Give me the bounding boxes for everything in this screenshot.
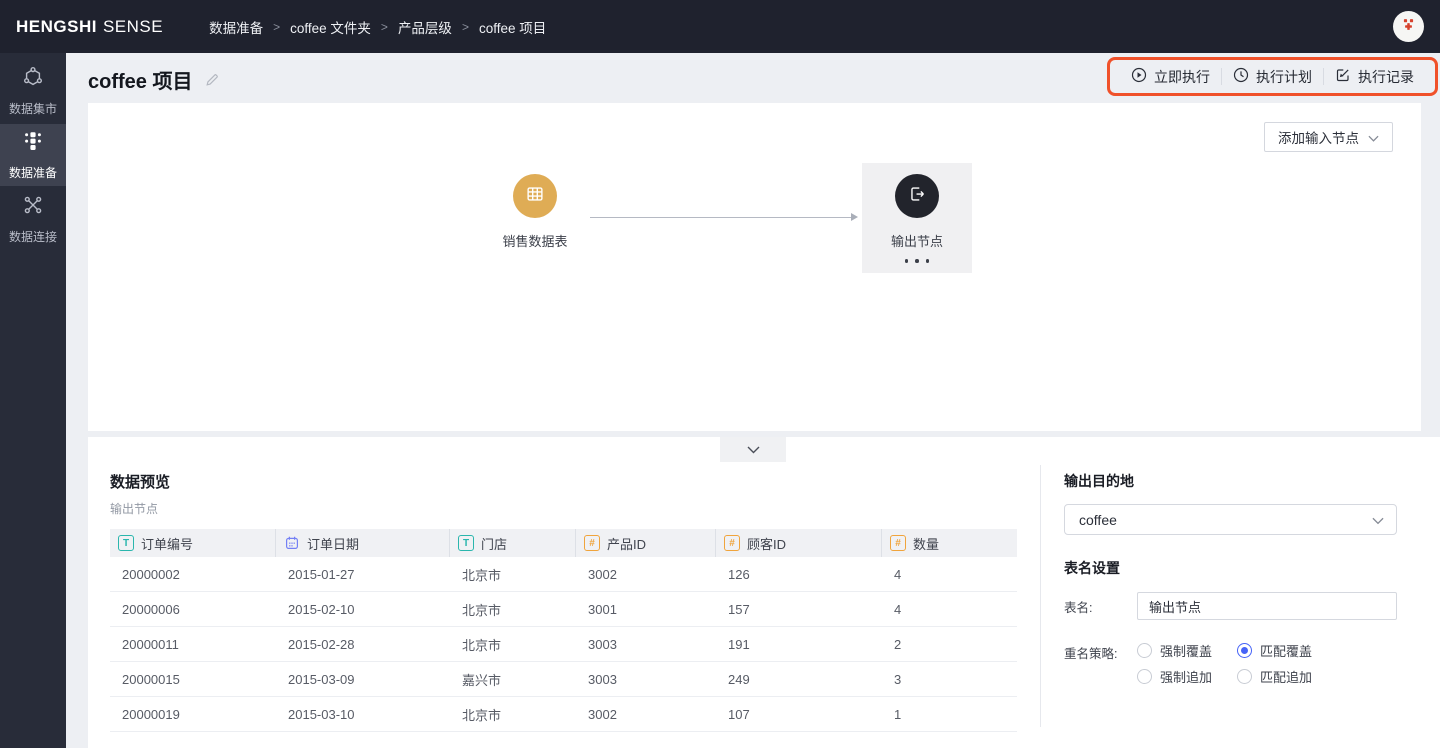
execution-plan-label: 执行计划	[1256, 67, 1312, 87]
strategy-options: 强制覆盖 匹配覆盖 强制追加 匹配追加	[1137, 641, 1312, 686]
breadcrumb: 数据准备 > coffee 文件夹 > 产品层级 > coffee 项目	[209, 17, 546, 37]
brand-bold: HENGSHI	[16, 17, 97, 37]
data-preview-title: 数据预览	[110, 471, 170, 492]
page-title: coffee 项目	[88, 65, 192, 94]
preview-node-name: 输出节点	[110, 500, 158, 517]
table-row: 20000002 2015-01-27 北京市 3002 126 4	[110, 557, 1017, 592]
radio-circle-icon	[1237, 643, 1252, 658]
preview-table: T 订单编号 订单日期 T 门店	[110, 529, 1017, 732]
table-grid-icon	[524, 183, 546, 210]
table-row: 20000019 2015-03-10 北京市 3002 107 1	[110, 697, 1017, 732]
execution-actions-highlight: 立即执行 执行计划	[1107, 57, 1438, 96]
panel-divider	[1040, 465, 1041, 727]
avatar-logo-icon	[1399, 15, 1418, 39]
clock-icon	[1233, 67, 1249, 86]
export-icon	[906, 183, 928, 210]
table-row: 20000011 2015-02-28 北京市 3003 191 2	[110, 627, 1017, 662]
text-type-icon: T	[118, 535, 134, 551]
flow-canvas[interactable]: 添加输入节点 销售数据表	[88, 103, 1421, 431]
radio-circle-icon	[1137, 669, 1152, 684]
run-now-button[interactable]: 立即执行	[1120, 67, 1221, 87]
breadcrumb-item-product-level[interactable]: 产品层级	[398, 17, 452, 37]
left-sidebar: 数据集市 数据准备 数据连接	[0, 53, 66, 748]
chevron-down-icon	[1368, 130, 1379, 145]
column-header-store: T 门店	[450, 529, 576, 557]
breadcrumb-item-data-prep[interactable]: 数据准备	[209, 17, 263, 37]
number-type-icon: #	[584, 535, 600, 551]
column-header-order-id: T 订单编号	[110, 529, 276, 557]
chevron-down-icon	[747, 441, 760, 459]
breadcrumb-separator: >	[381, 20, 388, 34]
data-mart-icon	[21, 65, 45, 94]
destination-select[interactable]: coffee	[1064, 504, 1397, 535]
table-node-circle[interactable]	[513, 174, 557, 218]
data-prep-icon	[21, 129, 45, 158]
column-header-order-date: 订单日期	[276, 529, 450, 557]
app-logo: HENGSHI SENSE	[16, 17, 163, 37]
node-output-selected[interactable]: 输出节点	[862, 163, 972, 273]
output-node-circle[interactable]	[895, 174, 939, 218]
radio-circle-icon	[1137, 643, 1152, 658]
node-label: 销售数据表	[502, 231, 567, 250]
breadcrumb-separator: >	[462, 20, 469, 34]
breadcrumb-item-coffee-folder[interactable]: coffee 文件夹	[290, 17, 371, 37]
sidebar-item-label: 数据准备	[9, 164, 57, 181]
sidebar-item-data-prep[interactable]: 数据准备	[0, 124, 66, 186]
radio-force-append[interactable]: 强制追加	[1137, 667, 1237, 686]
node-menu-dots-icon[interactable]	[905, 259, 930, 263]
date-type-icon	[284, 535, 300, 551]
destination-value: coffee	[1079, 512, 1117, 528]
add-input-node-label: 添加输入节点	[1278, 127, 1359, 147]
sidebar-item-data-connection[interactable]: 数据连接	[0, 188, 66, 250]
chevron-down-icon	[1372, 512, 1384, 528]
radio-match-overwrite[interactable]: 匹配覆盖	[1237, 641, 1312, 660]
column-header-product-id: # 产品ID	[576, 529, 716, 557]
radio-match-append[interactable]: 匹配追加	[1237, 667, 1312, 686]
execution-record-button[interactable]: 执行记录	[1324, 67, 1425, 87]
column-header-customer-id: # 顾客ID	[716, 529, 882, 557]
output-destination-title: 输出目的地	[1064, 471, 1397, 491]
text-type-icon: T	[458, 535, 474, 551]
column-header-quantity: # 数量	[882, 529, 1017, 557]
flow-edge	[590, 217, 851, 218]
table-header-row: T 订单编号 订单日期 T 门店	[110, 529, 1017, 557]
table-name-input[interactable]	[1137, 592, 1397, 620]
radio-force-overwrite[interactable]: 强制覆盖	[1137, 641, 1237, 660]
user-avatar[interactable]	[1393, 11, 1424, 42]
execution-record-label: 执行记录	[1358, 67, 1414, 87]
data-connection-icon	[21, 193, 45, 222]
table-row: 20000006 2015-02-10 北京市 3001 157 4	[110, 592, 1017, 627]
breadcrumb-item-coffee-project[interactable]: coffee 项目	[479, 17, 546, 37]
sidebar-item-label: 数据集市	[9, 100, 57, 117]
table-row: 20000015 2015-03-09 嘉兴市 3003 249 3	[110, 662, 1017, 697]
run-now-label: 立即执行	[1154, 67, 1210, 87]
collapse-panel-button[interactable]	[720, 437, 786, 462]
number-type-icon: #	[724, 535, 740, 551]
node-sales-data-table[interactable]: 销售数据表	[473, 174, 597, 250]
brand-light: SENSE	[103, 17, 163, 37]
breadcrumb-separator: >	[273, 20, 280, 34]
table-name-row: 表名:	[1064, 592, 1397, 620]
page-header: coffee 项目 立即执行	[66, 53, 1440, 103]
sidebar-item-label: 数据连接	[9, 228, 57, 245]
top-bar: HENGSHI SENSE 数据准备 > coffee 文件夹 > 产品层级 >…	[0, 0, 1440, 53]
table-name-settings-title: 表名设置	[1064, 558, 1397, 578]
execution-plan-button[interactable]: 执行计划	[1222, 67, 1323, 87]
radio-circle-icon	[1237, 669, 1252, 684]
edit-title-icon[interactable]	[204, 72, 220, 88]
output-settings-panel: 输出目的地 coffee 表名设置 表名: 重名策略:	[1064, 471, 1397, 686]
duplicate-name-strategy-row: 重名策略: 强制覆盖 匹配覆盖 强制追加	[1064, 641, 1397, 686]
main-content: coffee 项目 立即执行	[66, 53, 1440, 748]
table-name-label: 表名:	[1064, 597, 1137, 616]
bottom-panel: 数据预览 输出节点 T 订单编号 订单日期	[88, 437, 1440, 748]
strategy-label: 重名策略:	[1064, 641, 1137, 662]
node-label: 输出节点	[891, 231, 943, 250]
play-circle-icon	[1131, 67, 1147, 86]
sidebar-item-data-mart[interactable]: 数据集市	[0, 60, 66, 122]
record-icon	[1335, 67, 1351, 86]
number-type-icon: #	[890, 535, 906, 551]
add-input-node-button[interactable]: 添加输入节点	[1264, 122, 1393, 152]
